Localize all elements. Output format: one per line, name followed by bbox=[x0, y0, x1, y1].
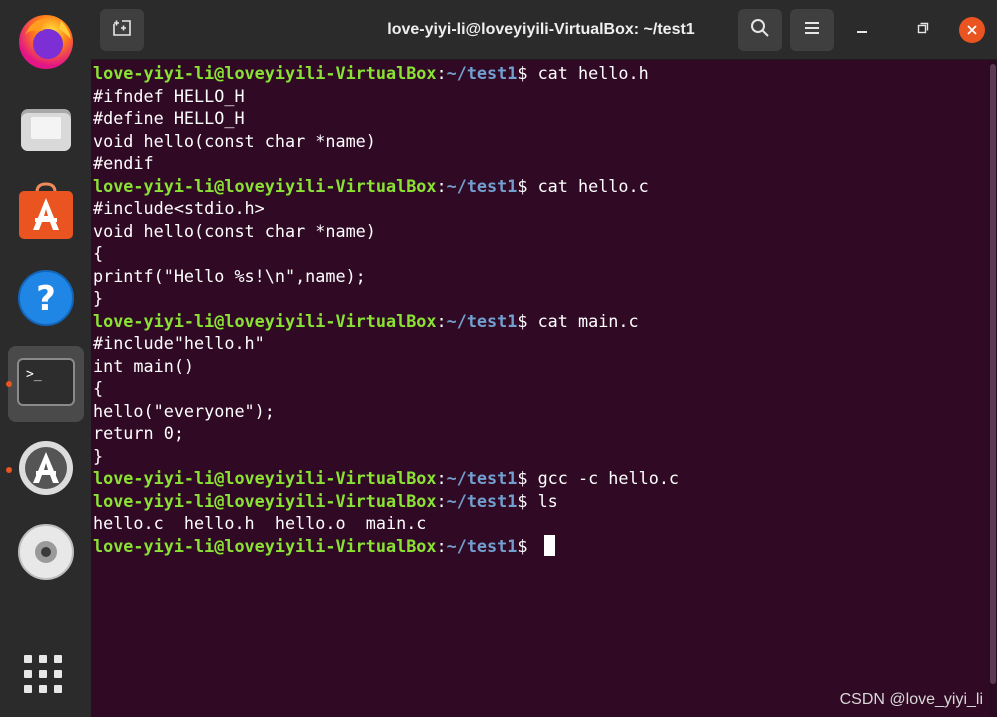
prompt-path: ~/test1 bbox=[446, 63, 518, 83]
svg-text:>_: >_ bbox=[26, 367, 42, 382]
prompt-separator: : bbox=[436, 310, 447, 331]
hamburger-menu-icon bbox=[804, 21, 820, 40]
firefox-icon bbox=[15, 9, 77, 76]
prompt-user: love-yiyi-li@loveyiyili-VirtualBox bbox=[93, 63, 437, 83]
dock-item-dvd[interactable] bbox=[8, 516, 84, 592]
dock-item-software[interactable] bbox=[8, 176, 84, 252]
output-line: hello("everyone"); bbox=[93, 400, 275, 421]
window-title: love-yiyi-li@loveyiyili-VirtualBox: ~/te… bbox=[387, 21, 695, 38]
title-bar: love-yiyi-li@loveyiyili-VirtualBox: ~/te… bbox=[91, 0, 997, 60]
scrollbar-thumb[interactable] bbox=[990, 64, 996, 684]
dock-item-help[interactable]: ? bbox=[8, 262, 84, 338]
watermark: CSDN @love_yiyi_li bbox=[839, 691, 983, 708]
dock-item-firefox[interactable] bbox=[8, 4, 84, 80]
search-icon bbox=[750, 18, 770, 43]
search-button[interactable] bbox=[738, 9, 782, 51]
prompt-path: ~/test1 bbox=[446, 310, 518, 331]
running-indicator bbox=[6, 467, 12, 473]
output-line: #ifndef HELLO_H bbox=[93, 85, 245, 106]
output-line: int main() bbox=[93, 355, 195, 376]
prompt-line: love-yiyi-li@loveyiyili-VirtualBox:~/tes… bbox=[93, 62, 989, 85]
dock-item-terminal[interactable]: >_ bbox=[6, 346, 84, 422]
output-line: void hello(const char *name) bbox=[93, 130, 376, 151]
dock-item-updater[interactable] bbox=[6, 432, 84, 508]
software-updater-icon bbox=[17, 439, 75, 502]
prompt-user: love-yiyi-li@loveyiyili-VirtualBox bbox=[93, 175, 437, 196]
output-line: printf("Hello %s!\n",name); bbox=[93, 265, 366, 286]
files-icon bbox=[17, 99, 75, 162]
output-line: #include"hello.h" bbox=[93, 333, 265, 353]
prompt-path: ~/test1 bbox=[446, 175, 518, 196]
output-line: } bbox=[93, 288, 104, 308]
prompt-line: love-yiyi-li@loveyiyili-VirtualBox:~/tes… bbox=[93, 534, 989, 558]
prompt-line: love-yiyi-li@loveyiyili-VirtualBox:~/tes… bbox=[93, 310, 989, 333]
prompt-line: love-yiyi-li@loveyiyili-VirtualBox:~/tes… bbox=[93, 467, 989, 490]
prompt-symbol: $ bbox=[517, 468, 538, 488]
close-button[interactable] bbox=[959, 17, 985, 43]
disc-icon bbox=[17, 523, 75, 586]
prompt-line: love-yiyi-li@loveyiyili-VirtualBox:~/tes… bbox=[93, 490, 989, 513]
command-text: cat hello.h bbox=[537, 63, 649, 83]
prompt-symbol: $ bbox=[517, 175, 538, 196]
output-line: hello.c hello.h hello.o main.c bbox=[93, 513, 427, 533]
prompt-path: ~/test1 bbox=[446, 490, 518, 511]
output-line: { bbox=[93, 378, 104, 398]
output-line: void hello(const char *name) bbox=[93, 220, 376, 241]
running-indicator bbox=[6, 381, 12, 387]
minimize-icon bbox=[856, 21, 868, 39]
prompt-path: ~/test1 bbox=[446, 468, 518, 488]
prompt-symbol: $ bbox=[517, 63, 538, 83]
output-line: { bbox=[93, 243, 104, 263]
close-icon bbox=[967, 22, 977, 38]
prompt-separator: : bbox=[436, 175, 447, 196]
prompt-user: love-yiyi-li@loveyiyili-VirtualBox bbox=[93, 535, 437, 556]
prompt-user: love-yiyi-li@loveyiyili-VirtualBox bbox=[93, 490, 437, 511]
new-tab-button[interactable] bbox=[100, 9, 144, 51]
show-applications-icon[interactable] bbox=[24, 655, 68, 699]
software-store-icon bbox=[17, 181, 75, 247]
terminal-icon: >_ bbox=[17, 357, 75, 411]
terminal-output[interactable]: love-yiyi-li@loveyiyili-VirtualBox:~/tes… bbox=[91, 60, 989, 717]
output-line: return 0; bbox=[93, 423, 184, 443]
output-line: #endif bbox=[93, 153, 154, 173]
command-text: gcc -c hello.c bbox=[537, 468, 680, 488]
svg-text:?: ? bbox=[36, 279, 56, 319]
command-text: ls bbox=[537, 490, 558, 511]
prompt-separator: : bbox=[436, 468, 447, 488]
prompt-separator: : bbox=[436, 490, 447, 511]
minimize-button[interactable] bbox=[849, 17, 875, 43]
prompt-symbol: $ bbox=[517, 490, 538, 511]
dock-item-files[interactable] bbox=[8, 92, 84, 168]
command-text: cat main.c bbox=[537, 310, 639, 331]
help-icon: ? bbox=[17, 269, 75, 332]
text-cursor bbox=[543, 534, 555, 556]
prompt-user: love-yiyi-li@loveyiyili-VirtualBox bbox=[93, 468, 437, 488]
command-text: cat hello.c bbox=[537, 175, 649, 196]
prompt-separator: : bbox=[436, 535, 447, 556]
prompt-symbol: $ bbox=[517, 535, 538, 556]
prompt-symbol: $ bbox=[517, 310, 538, 331]
maximize-icon bbox=[917, 21, 929, 39]
output-line: #define HELLO_H bbox=[93, 108, 245, 128]
dock: ? >_ bbox=[0, 0, 91, 717]
maximize-button[interactable] bbox=[910, 17, 936, 43]
menu-button[interactable] bbox=[790, 9, 834, 51]
prompt-user: love-yiyi-li@loveyiyili-VirtualBox bbox=[93, 310, 437, 331]
new-tab-icon bbox=[112, 19, 132, 42]
prompt-line: love-yiyi-li@loveyiyili-VirtualBox:~/tes… bbox=[93, 175, 989, 198]
output-line: #include<stdio.h> bbox=[93, 198, 265, 218]
prompt-separator: : bbox=[436, 63, 447, 83]
output-line: } bbox=[93, 445, 104, 466]
prompt-path: ~/test1 bbox=[446, 535, 518, 556]
scrollbar[interactable] bbox=[989, 60, 997, 717]
